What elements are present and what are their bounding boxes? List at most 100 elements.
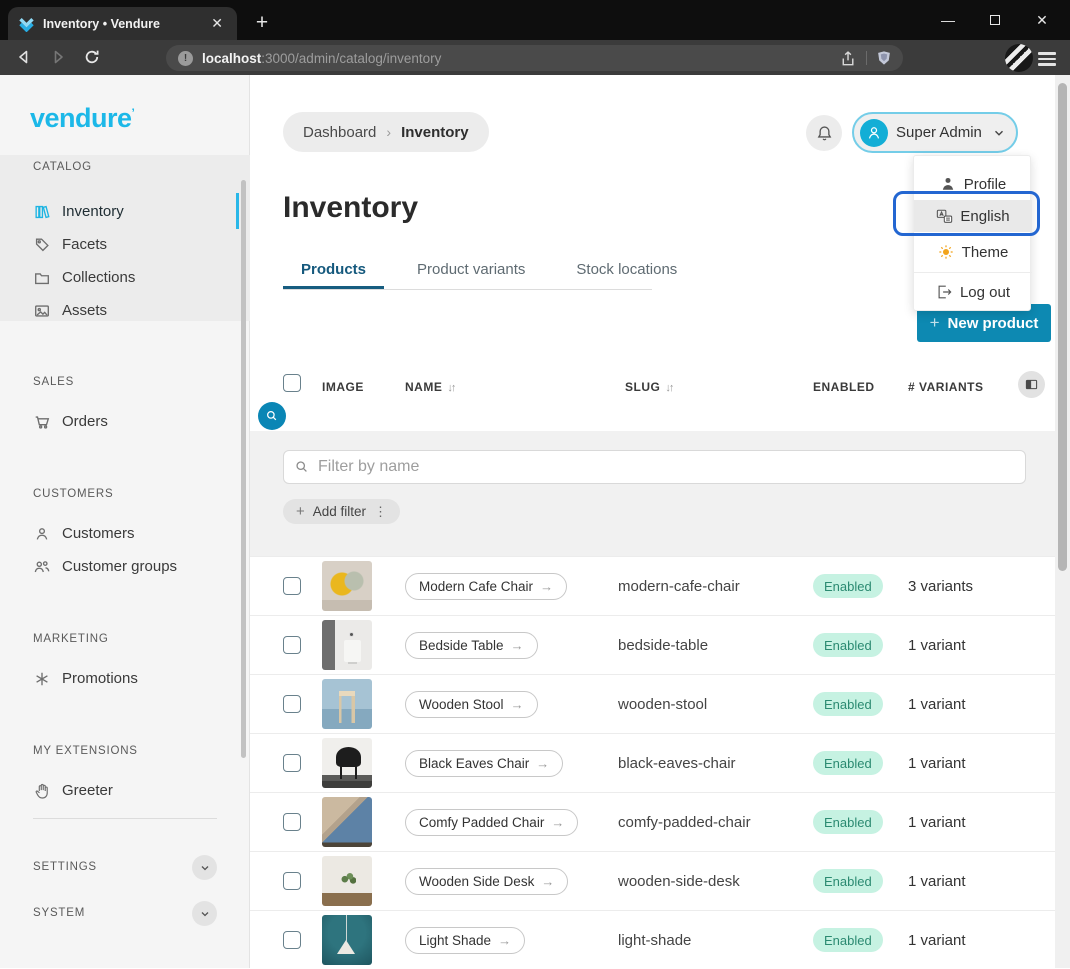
- column-header-slug[interactable]: SLUG↓↑: [625, 380, 672, 394]
- column-header-name[interactable]: NAME↓↑: [405, 380, 454, 394]
- window-maximize-button[interactable]: [972, 0, 1018, 40]
- sidebar-item-label: Promotions: [62, 670, 138, 687]
- url-bar[interactable]: ! localhost:3000/admin/catalog/inventory: [166, 45, 903, 71]
- menu-item-theme[interactable]: Theme: [914, 238, 1032, 266]
- library-icon: [33, 203, 51, 221]
- scrollbar-thumb[interactable]: [1058, 83, 1067, 571]
- sort-icon[interactable]: ↓↑: [665, 382, 672, 394]
- chevron-down-icon[interactable]: [192, 855, 217, 880]
- product-name-link[interactable]: Bedside Table→: [405, 632, 538, 659]
- back-icon: [20, 52, 27, 63]
- user-menu-button[interactable]: Super Admin: [852, 112, 1018, 153]
- table-row: Comfy Padded Chair→ comfy-padded-chair E…: [250, 792, 1055, 851]
- table-row: Black Eaves Chair→ black-eaves-chair Ena…: [250, 733, 1055, 792]
- product-name-link[interactable]: Modern Cafe Chair→: [405, 573, 567, 600]
- tab-product-variants[interactable]: Product variants: [399, 261, 543, 289]
- sidebar-item-promotions[interactable]: Promotions: [0, 662, 250, 695]
- browser-profile-avatar[interactable]: [1005, 44, 1033, 72]
- row-checkbox[interactable]: [283, 931, 301, 949]
- tab-products[interactable]: Products: [283, 261, 384, 289]
- row-checkbox[interactable]: [283, 577, 301, 595]
- product-name-link[interactable]: Wooden Stool→: [405, 691, 538, 718]
- product-slug: light-shade: [618, 932, 691, 949]
- browser-menu-button[interactable]: [1038, 49, 1056, 69]
- section-label-system: SYSTEM: [33, 907, 85, 919]
- sidebar-item-customers[interactable]: Customers: [0, 517, 250, 550]
- kebab-menu-icon[interactable]: ⋮: [374, 504, 387, 520]
- browser-titlebar: Inventory • Vendure ✕ + — ✕: [0, 0, 1070, 40]
- filter-panel: + Add filter ⋮: [250, 431, 1055, 556]
- status-badge: Enabled: [813, 928, 883, 952]
- row-checkbox[interactable]: [283, 636, 301, 654]
- row-checkbox[interactable]: [283, 872, 301, 890]
- tab-stock-locations[interactable]: Stock locations: [558, 261, 695, 289]
- share-icon[interactable]: [839, 49, 858, 68]
- product-name-link[interactable]: Comfy Padded Chair→: [405, 809, 578, 836]
- sort-icon[interactable]: ↓↑: [447, 382, 454, 394]
- menu-item-profile[interactable]: Profile: [914, 170, 1032, 198]
- table-row: Modern Cafe Chair→ modern-cafe-chair Ena…: [250, 556, 1055, 615]
- variant-count: 1 variant: [908, 637, 966, 654]
- status-badge: Enabled: [813, 633, 883, 657]
- breadcrumb-inventory[interactable]: Inventory: [401, 124, 469, 141]
- row-checkbox[interactable]: [283, 813, 301, 831]
- select-all-checkbox[interactable]: [283, 374, 301, 392]
- sidebar-item-customer-groups[interactable]: Customer groups: [0, 550, 250, 583]
- notifications-button[interactable]: [806, 115, 842, 151]
- variant-count: 1 variant: [908, 932, 966, 949]
- sidebar-item-assets[interactable]: Assets: [0, 294, 250, 327]
- sidebar-item-orders[interactable]: Orders: [0, 405, 250, 438]
- product-name-link[interactable]: Black Eaves Chair→: [405, 750, 563, 777]
- menu-item-label: Log out: [960, 284, 1010, 301]
- sidebar-item-facets[interactable]: Facets: [0, 228, 250, 261]
- product-name-link[interactable]: Light Shade→: [405, 927, 525, 954]
- row-checkbox[interactable]: [283, 695, 301, 713]
- chevron-down-icon[interactable]: [192, 901, 217, 926]
- sidebar-item-collections[interactable]: Collections: [0, 261, 250, 294]
- column-picker-button[interactable]: [1018, 371, 1045, 398]
- image-icon: [33, 302, 51, 320]
- sidebar-item-greeter[interactable]: Greeter: [0, 774, 250, 807]
- person-icon: [940, 176, 957, 193]
- reload-button[interactable]: [82, 47, 106, 69]
- filter-input-container: [283, 450, 1026, 484]
- plus-icon: +: [930, 313, 940, 333]
- tab-close-icon[interactable]: ✕: [207, 15, 227, 32]
- sidebar-group-settings[interactable]: SETTINGS: [0, 859, 250, 885]
- sidebar-item-inventory[interactable]: Inventory: [0, 195, 250, 228]
- language-icon: [936, 208, 953, 225]
- window-minimize-button[interactable]: —: [925, 0, 971, 40]
- vendure-admin-app: vendure’ CATALOG Inventory Facets Collec…: [0, 75, 1070, 968]
- back-button[interactable]: [14, 47, 38, 69]
- add-filter-button[interactable]: + Add filter ⋮: [283, 499, 400, 524]
- maximize-icon: [990, 15, 1000, 25]
- sidebar-item-label: Facets: [62, 236, 107, 253]
- vendure-logo[interactable]: vendure’: [30, 103, 134, 134]
- sidebar-item-label: Assets: [62, 302, 107, 319]
- main-scrollbar[interactable]: [1055, 75, 1070, 968]
- search-toggle-button[interactable]: [258, 402, 286, 430]
- sun-icon: [938, 244, 955, 261]
- url-path: :3000/admin/catalog/inventory: [261, 51, 441, 66]
- product-slug: black-eaves-chair: [618, 755, 736, 772]
- variant-count: 1 variant: [908, 873, 966, 890]
- new-tab-button[interactable]: +: [248, 10, 276, 38]
- product-image: [322, 561, 372, 611]
- column-header-enabled: ENABLED: [813, 380, 875, 394]
- brave-shield-icon[interactable]: [875, 49, 893, 67]
- breadcrumb-dashboard[interactable]: Dashboard: [303, 124, 376, 141]
- menu-item-logout[interactable]: Log out: [914, 278, 1032, 306]
- site-info-icon[interactable]: !: [178, 51, 193, 66]
- sidebar-item-label: Orders: [62, 413, 108, 430]
- menu-item-language[interactable]: English: [914, 200, 1032, 232]
- product-name-link[interactable]: Wooden Side Desk→: [405, 868, 568, 895]
- plus-icon: +: [296, 503, 305, 520]
- browser-tab[interactable]: Inventory • Vendure ✕: [8, 7, 237, 40]
- sidebar: vendure’ CATALOG Inventory Facets Collec…: [0, 75, 250, 968]
- sidebar-group-system[interactable]: SYSTEM: [0, 905, 250, 931]
- row-checkbox[interactable]: [283, 754, 301, 772]
- filter-by-name-input[interactable]: [318, 458, 1015, 476]
- forward-button[interactable]: [48, 47, 72, 69]
- window-close-button[interactable]: ✕: [1019, 0, 1065, 40]
- product-image: [322, 620, 372, 670]
